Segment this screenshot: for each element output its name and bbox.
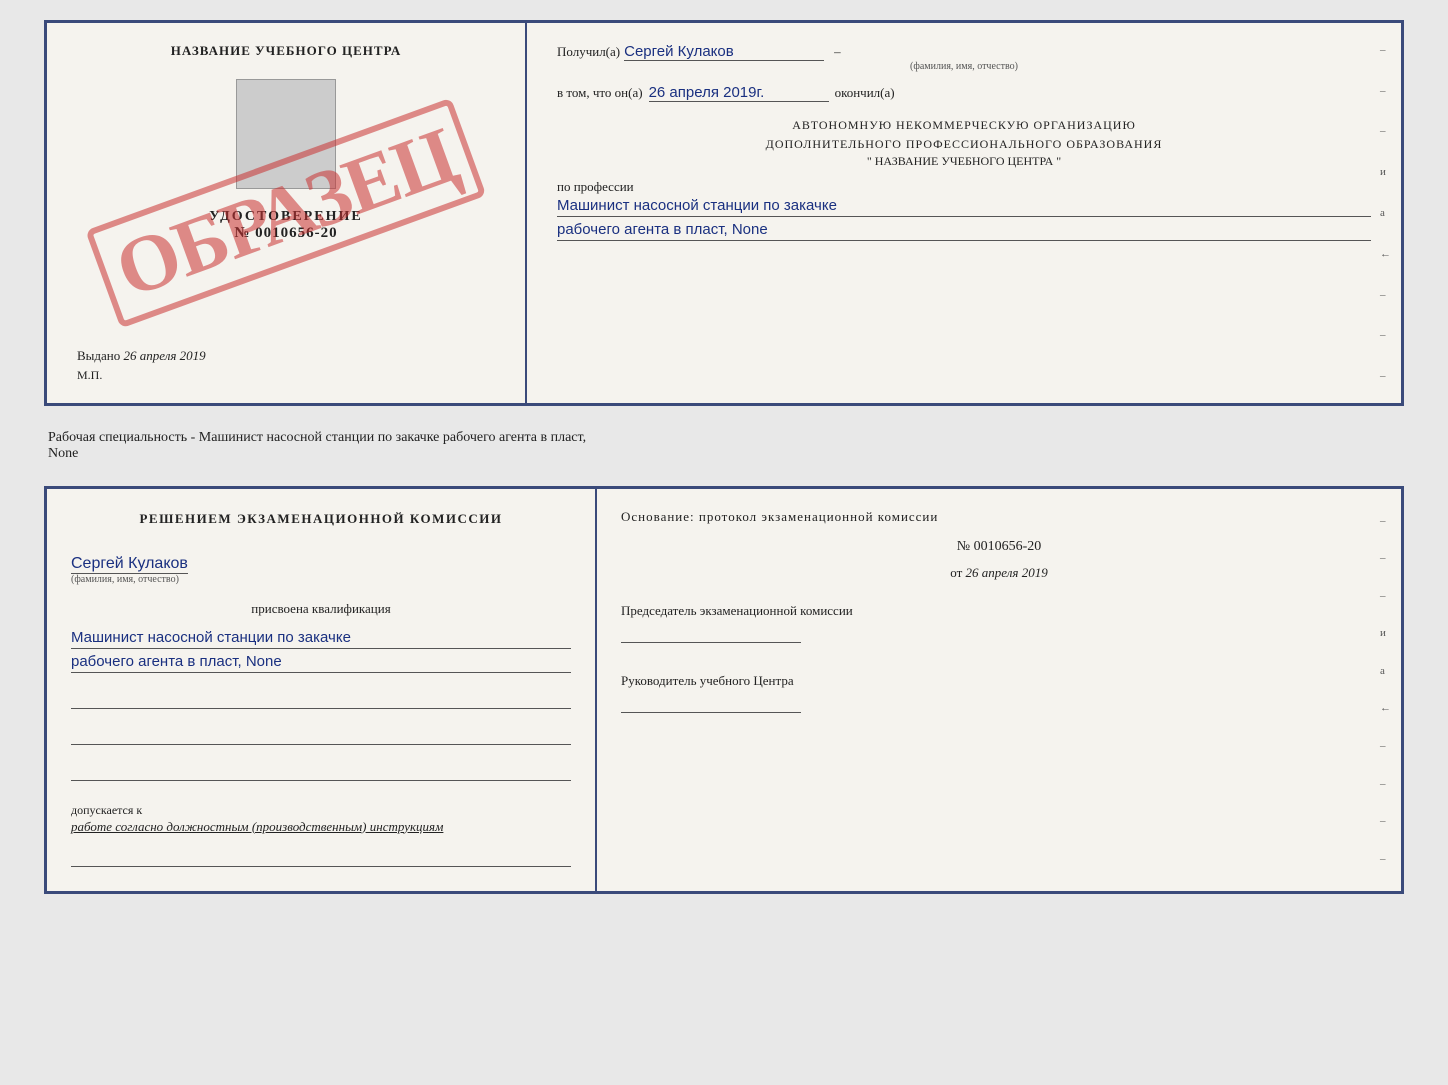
predsedatel-signature: [621, 625, 801, 643]
po-professii-label: по профессии: [557, 179, 1371, 195]
bottom-left: Решением экзаменационной комиссии Сергей…: [47, 489, 597, 891]
familiya-hint-top: (фамилия, имя, отчество): [557, 61, 1371, 72]
poluchil-value: Сергей Кулаков: [624, 43, 824, 61]
vydano-label: Выдано: [77, 348, 120, 363]
photo-placeholder: [236, 79, 336, 189]
komissia-title: Решением экзаменационной комиссии: [71, 509, 571, 529]
prisvoena-label: присвоена квалификация: [71, 601, 571, 617]
rukovoditel-signature: [621, 695, 801, 713]
rukovoditel-label: Руководитель учебного Центра: [621, 673, 1377, 689]
dopuskaetsya-label: допускается к: [71, 803, 142, 817]
dopuskaetsya-block: допускается к работе согласно должностны…: [71, 801, 571, 835]
name-value: Сергей Кулаков: [71, 555, 188, 574]
middle-text-line1: Рабочая специальность - Машинист насосно…: [48, 430, 586, 445]
ot-date: от 26 апреля 2019: [621, 565, 1377, 581]
underline-3: [71, 761, 571, 781]
school-quotes: " НАЗВАНИЕ УЧЕБНОГО ЦЕНТРА ": [557, 154, 1371, 169]
middle-text-line2: None: [48, 446, 78, 461]
professiya-line1: Машинист насосной станции по закачке: [557, 197, 1371, 217]
poluchil-label: Получил(a): [557, 44, 620, 59]
autonomy-block: АВТОНОМНУЮ НЕКОММЕРЧЕСКУЮ ОРГАНИЗАЦИЮ ДО…: [557, 116, 1371, 169]
underline-2: [71, 725, 571, 745]
predsedatel-block: Председатель экзаменационной комиссии: [621, 603, 1377, 649]
ot-label: от: [950, 565, 962, 580]
udostoverenie-title: УДОСТОВЕРЕНИЕ: [209, 209, 362, 225]
poluchil-row: Получил(a) Сергей Кулаков – (фамилия, им…: [557, 43, 1371, 72]
underline-4: [71, 847, 571, 867]
mp-label: М.П.: [67, 368, 505, 383]
cert-left: НАЗВАНИЕ УЧЕБНОГО ЦЕНТРА ОБРАЗЕЦ УДОСТОВ…: [47, 23, 527, 403]
udostoverenie-num: № 0010656-20: [209, 225, 362, 242]
school-name-top: НАЗВАНИЕ УЧЕБНОГО ЦЕНТРА: [171, 43, 402, 59]
rukovoditel-block: Руководитель учебного Центра: [621, 673, 1377, 719]
okonchil-label: окончил(а): [835, 85, 895, 101]
name-block: Сергей Кулаков (фамилия, имя, отчество): [71, 545, 571, 585]
predsedatel-label: Председатель экзаменационной комиссии: [621, 603, 1377, 619]
professiya-line2: рабочего агента в пласт, None: [557, 221, 1371, 241]
vtom-label: в том, что он(а): [557, 85, 643, 101]
vydano-line: Выдано 26 апреля 2019: [67, 348, 505, 364]
osnovaniye-label: Основание: протокол экзаменационной коми…: [621, 509, 1377, 525]
autonomy-line2: ДОПОЛНИТЕЛЬНОГО ПРОФЕССИОНАЛЬНОГО ОБРАЗО…: [557, 135, 1371, 154]
bottom-right-lines: – – – и а ← – – – –: [1380, 489, 1391, 891]
dash-1: –: [834, 44, 841, 59]
familiya-hint-bottom: (фамилия, имя, отчество): [71, 574, 571, 585]
dopuskaetsya-value: работе согласно должностным (производств…: [71, 819, 571, 835]
vtom-date: 26 апреля 2019г.: [649, 84, 829, 102]
cert-right: Получил(a) Сергей Кулаков – (фамилия, им…: [527, 23, 1401, 403]
udostoverenie-block: УДОСТОВЕРЕНИЕ № 0010656-20: [209, 209, 362, 242]
kval-line2: рабочего агента в пласт, None: [71, 653, 571, 673]
professiya-block: по профессии Машинист насосной станции п…: [557, 179, 1371, 241]
ot-date-value: 26 апреля 2019: [966, 565, 1048, 580]
certificate-bottom: Решением экзаменационной комиссии Сергей…: [44, 486, 1404, 894]
certificate-top: НАЗВАНИЕ УЧЕБНОГО ЦЕНТРА ОБРАЗЕЦ УДОСТОВ…: [44, 20, 1404, 406]
bottom-right: Основание: протокол экзаменационной коми…: [597, 489, 1401, 891]
right-lines: – – – и а ← – – –: [1380, 23, 1391, 403]
okonchil-row: в том, что он(а) 26 апреля 2019г. окончи…: [557, 84, 1371, 102]
autonomy-line1: АВТОНОМНУЮ НЕКОММЕРЧЕСКУЮ ОРГАНИЗАЦИЮ: [557, 116, 1371, 135]
middle-text: Рабочая специальность - Машинист насосно…: [44, 422, 1404, 470]
vydano-date: 26 апреля 2019: [124, 348, 206, 363]
kval-line1: Машинист насосной станции по закачке: [71, 629, 571, 649]
kval-block: Машинист насосной станции по закачке раб…: [71, 629, 571, 677]
underline-1: [71, 689, 571, 709]
protocol-num: № 0010656-20: [621, 539, 1377, 555]
